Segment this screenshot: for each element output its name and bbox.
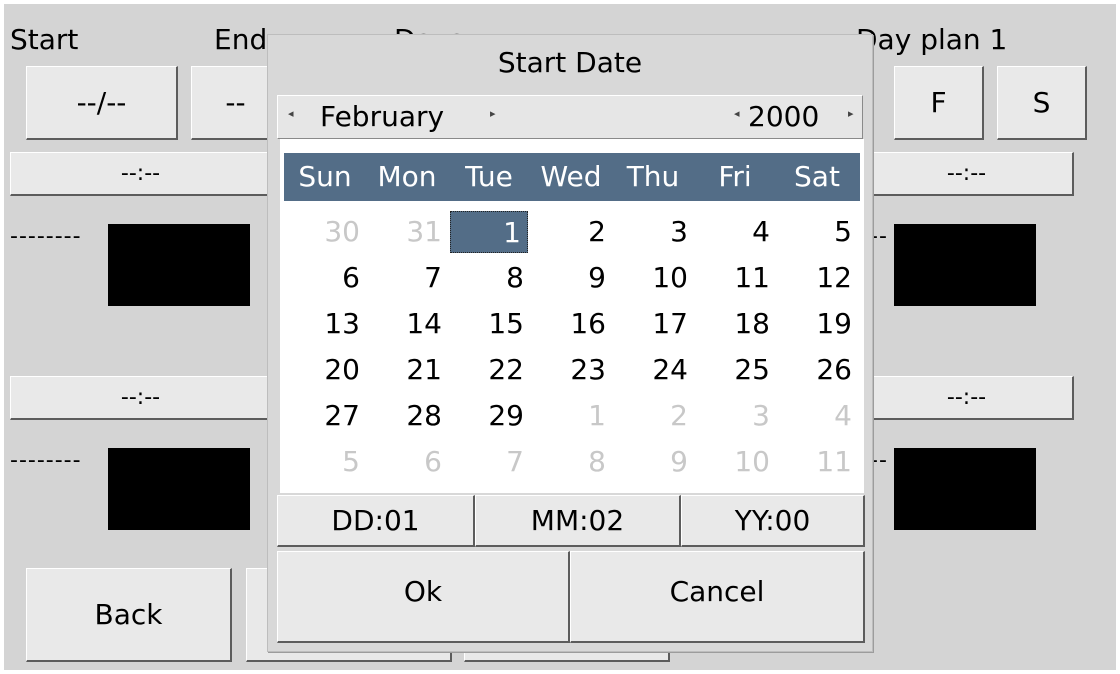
day-cell[interactable]: 2 <box>612 393 694 439</box>
weekday-wed: Wed <box>540 160 602 193</box>
day-cell[interactable]: 11 <box>776 439 858 485</box>
day-cell[interactable]: 17 <box>612 301 694 347</box>
day-cell[interactable]: 20 <box>284 347 366 393</box>
plan-block-right-2 <box>894 448 1036 530</box>
month-year-navigator: ◂ February ▸ ◂ 2000 ▸ <box>277 95 863 139</box>
day-cell[interactable]: 9 <box>530 255 612 301</box>
day-cell[interactable]: 10 <box>612 255 694 301</box>
weekday-header: Sun Mon Tue Wed Thu Fri Sat <box>284 153 860 201</box>
day-cell[interactable]: 8 <box>530 439 612 485</box>
day-cell[interactable]: 16 <box>530 301 612 347</box>
day-cell[interactable]: 2 <box>530 209 612 255</box>
weekday-sun: Sun <box>298 160 352 193</box>
day-cell[interactable]: 3 <box>694 393 776 439</box>
prev-year-icon[interactable]: ◂ <box>734 108 740 119</box>
weekday-mon: Mon <box>377 160 437 193</box>
day-cell[interactable]: 27 <box>284 393 366 439</box>
day-cell[interactable]: 30 <box>284 209 366 255</box>
day-cell[interactable]: 4 <box>694 209 776 255</box>
day-cell[interactable]: 19 <box>776 301 858 347</box>
day-button-friday[interactable]: F <box>894 66 984 140</box>
day-cell[interactable]: 4 <box>776 393 858 439</box>
day-cell[interactable]: 21 <box>366 347 448 393</box>
day-cell[interactable]: 7 <box>448 439 530 485</box>
next-year-icon[interactable]: ▸ <box>848 108 854 119</box>
day-cell[interactable]: 8 <box>448 255 530 301</box>
plan-dashes-left-2: -------- <box>10 448 82 473</box>
day-cell[interactable]: 3 <box>612 209 694 255</box>
year-field[interactable]: YY:00 <box>681 495 865 547</box>
end-header: End <box>214 23 268 56</box>
day-cell[interactable]: 9 <box>612 439 694 485</box>
time-bar-right-2[interactable]: --:-- <box>860 376 1074 420</box>
day-cell[interactable]: 22 <box>448 347 530 393</box>
screen: Start End Days Day plan 1 --/-- -- F S -… <box>4 4 1116 670</box>
back-button[interactable]: Back <box>26 568 232 662</box>
start-date-button[interactable]: --/-- <box>26 66 178 140</box>
day-cell[interactable]: 18 <box>694 301 776 347</box>
day-cell[interactable]: 11 <box>694 255 776 301</box>
prev-month-icon[interactable]: ◂ <box>288 108 294 119</box>
time-bar-left-1[interactable]: --:-- <box>10 152 272 196</box>
day-cell[interactable]: 23 <box>530 347 612 393</box>
day-cell[interactable]: 24 <box>612 347 694 393</box>
calendar-grid: Sun Mon Tue Wed Thu Fri Sat 30 31 1 2 3 4 5 6 7 8 9 10 11 1… <box>280 139 864 493</box>
day-field[interactable]: DD:01 <box>277 495 475 547</box>
day-cell[interactable]: 6 <box>284 255 366 301</box>
time-bar-left-2[interactable]: --:-- <box>10 376 272 420</box>
day-cell[interactable]: 15 <box>448 301 530 347</box>
ok-button[interactable]: Ok <box>277 551 570 643</box>
day-cell[interactable]: 14 <box>366 301 448 347</box>
day-cell[interactable]: 5 <box>776 209 858 255</box>
year-label[interactable]: 2000 <box>748 103 819 131</box>
day-cell[interactable]: 10 <box>694 439 776 485</box>
day-plan-header: Day plan 1 <box>856 23 1008 56</box>
plan-dashes-left-1: -------- <box>10 224 82 249</box>
month-label[interactable]: February <box>320 103 444 131</box>
time-bar-right-1[interactable]: --:-- <box>860 152 1074 196</box>
plan-block-left-2 <box>108 448 250 530</box>
day-cell[interactable]: 5 <box>284 439 366 485</box>
next-month-icon[interactable]: ▸ <box>490 108 496 119</box>
day-cell[interactable]: 31 <box>366 209 448 255</box>
day-cell[interactable]: 25 <box>694 347 776 393</box>
cancel-button[interactable]: Cancel <box>570 551 865 643</box>
day-cell[interactable]: 26 <box>776 347 858 393</box>
plan-block-right-1 <box>894 224 1036 306</box>
dialog-title: Start Date <box>497 46 643 79</box>
weekday-thu: Thu <box>626 160 680 193</box>
day-cell[interactable]: 13 <box>284 301 366 347</box>
weekday-tue: Tue <box>465 160 513 193</box>
day-cell[interactable]: 7 <box>366 255 448 301</box>
day-cell[interactable]: 28 <box>366 393 448 439</box>
weekday-fri: Fri <box>718 160 752 193</box>
start-date-dialog: Start Date ◂ February ▸ ◂ 2000 ▸ Sun Mon T… <box>267 34 873 652</box>
day-cell[interactable]: 12 <box>776 255 858 301</box>
day-button-saturday[interactable]: S <box>997 66 1087 140</box>
day-cell[interactable]: 1 <box>530 393 612 439</box>
plan-block-left-1 <box>108 224 250 306</box>
month-field[interactable]: MM:02 <box>475 495 681 547</box>
weekday-sat: Sat <box>794 160 840 193</box>
day-cell[interactable]: 1 <box>450 211 528 253</box>
day-cell[interactable]: 29 <box>448 393 530 439</box>
day-cell[interactable]: 6 <box>366 439 448 485</box>
start-header: Start <box>10 23 79 56</box>
